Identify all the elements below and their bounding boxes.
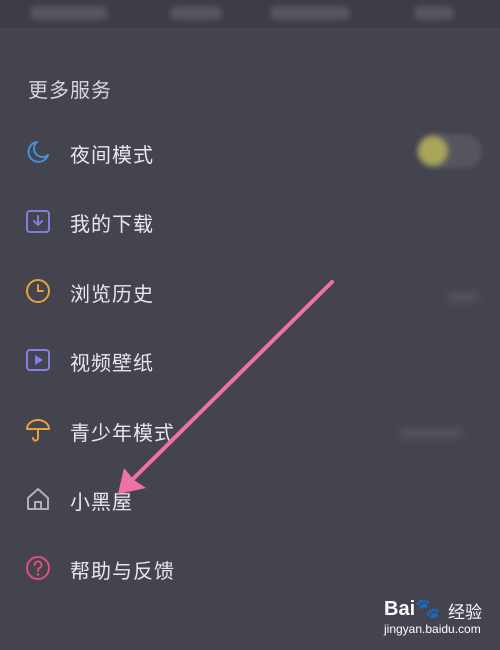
- watermark-product: 经验: [448, 603, 482, 623]
- annotation-arrow: [118, 280, 334, 494]
- settings-screen: 更多服务 夜间模式 我的下载 浏览历史 视频壁纸 青少年模式 小黑屋 帮助与反馈…: [0, 0, 500, 650]
- baidu-jingyan-watermark: Bai🐾 经验 jingyan.baidu.com: [384, 596, 496, 646]
- watermark-url: jingyan.baidu.com: [384, 622, 481, 636]
- watermark-brand: Bai🐾: [384, 598, 441, 620]
- paw-icon: 🐾: [415, 598, 441, 620]
